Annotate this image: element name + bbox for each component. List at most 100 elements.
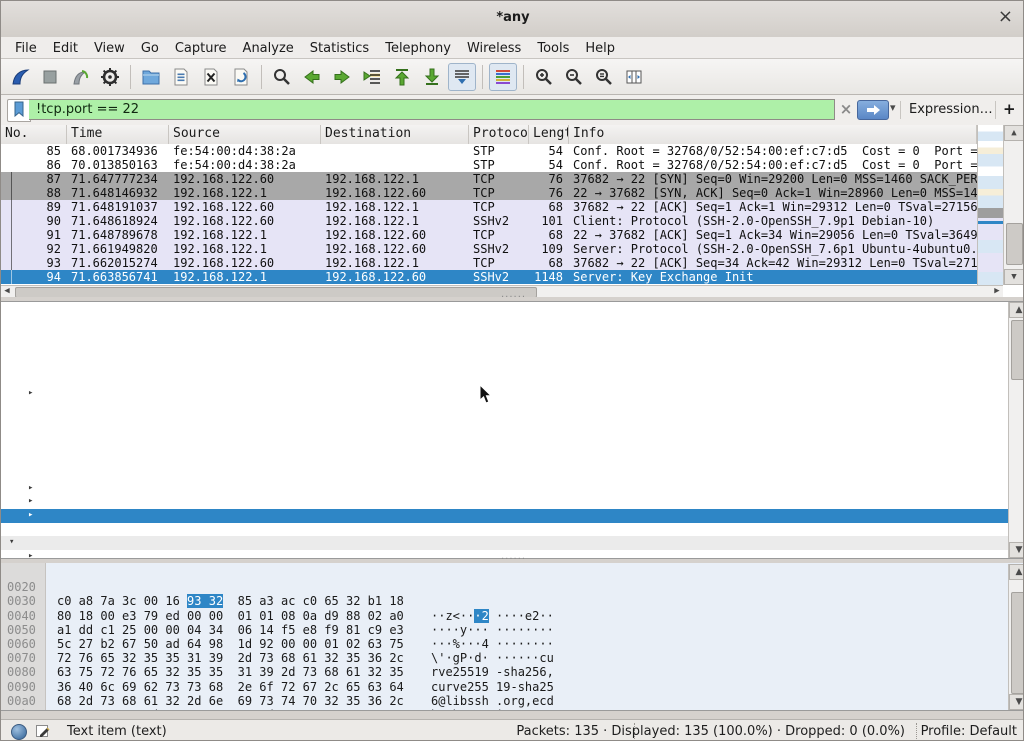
packet-row[interactable]: 8670.013850163fe:54:00:d4:38:2aSTP54Conf… bbox=[1, 158, 977, 172]
hex-row[interactable]: 00a0 65 63 64 68 2d 73 68 61 32 2d 6e 69… bbox=[1, 680, 1024, 694]
hex-row[interactable]: 00b0 38 34 2c 65 63 64 68 2d 73 68 61 32… bbox=[1, 694, 1024, 708]
go-first-packet-button[interactable] bbox=[388, 63, 416, 91]
menu-item[interactable]: Go bbox=[133, 38, 167, 59]
zoom-in-button[interactable] bbox=[530, 63, 558, 91]
detail-line[interactable]: [Checksum Status: Unverified] bbox=[1, 455, 1024, 469]
hex-row[interactable]: 0030 80 18 00 e3 79 ed 00 00 01 01 08 0a… bbox=[1, 580, 1024, 594]
menu-item[interactable]: Help bbox=[577, 38, 623, 59]
capture-comment-icon[interactable] bbox=[35, 723, 51, 741]
filter-add-button[interactable]: + bbox=[1003, 100, 1016, 118]
column-header-no[interactable]: No. bbox=[1, 125, 67, 144]
scroll-down-icon[interactable]: ▼ bbox=[1009, 694, 1024, 710]
hex-row[interactable]: 0050 5c 27 b2 67 50 ad 64 98 1d 92 00 00… bbox=[1, 609, 1024, 623]
packet-row[interactable]: 9471.663856741192.168.122.1192.168.122.6… bbox=[1, 270, 977, 284]
zoom-out-button[interactable] bbox=[560, 63, 588, 91]
detail-line[interactable]: Sequence number: 42 (relative sequence n… bbox=[1, 332, 1024, 346]
intelligent-scrollbar-minimap[interactable] bbox=[977, 125, 1004, 285]
colorize-button[interactable] bbox=[489, 63, 517, 91]
capture-options-button[interactable] bbox=[96, 63, 124, 91]
scroll-down-icon[interactable]: ▼ bbox=[1009, 542, 1024, 558]
restart-capture-button[interactable] bbox=[66, 63, 94, 91]
detail-line[interactable]: ▾SSH Protocol bbox=[1, 536, 1024, 550]
menu-item[interactable]: Edit bbox=[45, 38, 86, 59]
menu-item[interactable]: Tools bbox=[529, 38, 577, 59]
scrollbar-thumb[interactable] bbox=[1011, 320, 1024, 380]
find-packet-button[interactable] bbox=[268, 63, 296, 91]
start-capture-button[interactable] bbox=[6, 63, 34, 91]
resize-columns-button[interactable] bbox=[620, 63, 648, 91]
details-vertical-scrollbar[interactable]: ▲ ▼ bbox=[1008, 302, 1024, 558]
expand-triangle-icon[interactable]: ▸ bbox=[28, 387, 33, 401]
scroll-left-icon[interactable]: ◀ bbox=[1, 286, 13, 297]
title-bar[interactable]: *any × bbox=[1, 1, 1024, 38]
hex-row[interactable]: 0020 c0 a8 7a 3c 00 16 93 32 85 a3 ac c0… bbox=[1, 566, 1024, 580]
filter-bookmark-button[interactable] bbox=[7, 99, 31, 122]
scrollbar-thumb[interactable] bbox=[1006, 223, 1023, 265]
menu-item[interactable]: View bbox=[86, 38, 133, 59]
detail-line[interactable]: Checksum: 0x79ed [unverified] bbox=[1, 441, 1024, 455]
open-file-button[interactable] bbox=[137, 63, 165, 91]
hex-row[interactable]: 0060 72 76 65 32 35 35 31 39 2d 73 68 61… bbox=[1, 623, 1024, 637]
filter-apply-dropdown-caret[interactable]: ▾ bbox=[890, 101, 896, 114]
detail-line[interactable]: Urgent pointer: 0 bbox=[1, 468, 1024, 482]
packet-row[interactable]: 8971.648191037192.168.122.60192.168.122.… bbox=[1, 200, 977, 214]
detail-line[interactable]: 1000 .... = Header Length: 32 bytes (8) bbox=[1, 373, 1024, 387]
auto-scroll-button[interactable] bbox=[448, 63, 476, 91]
hex-row[interactable]: 0080 36 40 6c 69 62 73 73 68 2e 6f 72 67… bbox=[1, 651, 1024, 665]
hex-row[interactable]: 0040 a1 dd c1 25 00 00 04 34 06 14 f5 e8… bbox=[1, 594, 1024, 608]
menu-item[interactable]: Wireless bbox=[459, 38, 529, 59]
packet-row[interactable]: 9371.662015274192.168.122.60192.168.122.… bbox=[1, 256, 977, 270]
go-to-packet-button[interactable] bbox=[358, 63, 386, 91]
detail-line[interactable]: [Calculated window size: 29056] bbox=[1, 414, 1024, 428]
expert-info-icon[interactable] bbox=[11, 724, 27, 740]
scroll-up-icon[interactable]: ▲ bbox=[1009, 564, 1024, 580]
hex-ascii[interactable]: h-sha2-n istp256, bbox=[431, 708, 554, 711]
menu-item[interactable]: Capture bbox=[167, 38, 235, 59]
reload-file-button[interactable] bbox=[227, 63, 255, 91]
detail-line[interactable]: [Window size scaling factor: 128] bbox=[1, 427, 1024, 441]
close-file-button[interactable] bbox=[197, 63, 225, 91]
column-header-destination[interactable]: Destination bbox=[321, 125, 469, 144]
detail-line[interactable]: Window size value: 227 bbox=[1, 400, 1024, 414]
hex-row[interactable]: 0090 68 2d 73 68 61 32 2d 6e 69 73 74 70… bbox=[1, 665, 1024, 679]
column-header-source[interactable]: Source bbox=[169, 125, 321, 144]
expression-button[interactable]: Expression… bbox=[909, 102, 993, 117]
detail-line[interactable]: [TCP Segment Len: 1080] bbox=[1, 319, 1024, 333]
status-profile[interactable]: Profile: Default bbox=[921, 724, 1017, 739]
save-file-button[interactable] bbox=[167, 63, 195, 91]
display-filter-input[interactable]: !tcp.port == 22 bbox=[29, 99, 835, 120]
menu-item[interactable]: File bbox=[7, 38, 45, 59]
menu-item[interactable]: Telephony bbox=[377, 38, 459, 59]
hex-vertical-scrollbar[interactable]: ▲ ▼ bbox=[1008, 564, 1024, 710]
column-header-time[interactable]: Time bbox=[67, 125, 169, 144]
menu-item[interactable]: Analyze bbox=[235, 38, 302, 59]
detail-line[interactable]: Acknowledgment number: 34 (relative ack … bbox=[1, 359, 1024, 373]
detail-line[interactable]: ▸[SEQ/ACK analysis] bbox=[1, 495, 1024, 509]
detail-line[interactable]: [Stream index: 0] bbox=[1, 305, 1024, 319]
scroll-down-icon[interactable]: ▼ bbox=[1004, 269, 1024, 285]
expand-triangle-icon[interactable]: ▸ bbox=[28, 550, 33, 559]
expand-triangle-icon[interactable]: ▸ bbox=[28, 509, 33, 523]
packet-row[interactable]: 9171.648789678192.168.122.1192.168.122.6… bbox=[1, 228, 977, 242]
go-forward-button[interactable] bbox=[328, 63, 356, 91]
menu-item[interactable]: Statistics bbox=[302, 38, 377, 59]
scroll-up-icon[interactable]: ▲ bbox=[1009, 302, 1024, 318]
detail-line[interactable]: ▸[Timestamps] bbox=[1, 509, 1024, 523]
expand-triangle-icon[interactable]: ▸ bbox=[28, 482, 33, 496]
column-header-protocol[interactable]: Protocol bbox=[469, 125, 529, 144]
packet-row[interactable]: 9071.648618924192.168.122.60192.168.122.… bbox=[1, 214, 977, 228]
filter-clear-icon[interactable]: × bbox=[837, 100, 855, 118]
packet-row[interactable]: 8771.647777234192.168.122.60192.168.122.… bbox=[1, 172, 977, 186]
hex-row[interactable]: 0070 63 75 72 76 65 32 35 35 31 39 2d 73… bbox=[1, 637, 1024, 651]
packet-row[interactable]: 8871.648146932192.168.122.1192.168.122.6… bbox=[1, 186, 977, 200]
hex-bytes[interactable]: 65 63 64 68 2d 73 68 61 32 2d 6e 69 73 7… bbox=[57, 708, 404, 711]
expand-triangle-icon[interactable]: ▸ bbox=[28, 495, 33, 509]
zoom-reset-button[interactable] bbox=[590, 63, 618, 91]
detail-line[interactable]: ▸Flags: 0x018 (PSH, ACK) bbox=[1, 387, 1024, 401]
column-header-info[interactable]: Info bbox=[569, 125, 977, 144]
go-back-button[interactable] bbox=[298, 63, 326, 91]
filter-apply-button[interactable] bbox=[857, 100, 889, 120]
packet-list-header[interactable]: No.TimeSourceDestinationProtocolLengthIn… bbox=[1, 125, 977, 145]
detail-line[interactable]: ▸Options: (12 bytes), No-Operation (NOP)… bbox=[1, 482, 1024, 496]
scroll-right-icon[interactable]: ▶ bbox=[991, 286, 1003, 297]
